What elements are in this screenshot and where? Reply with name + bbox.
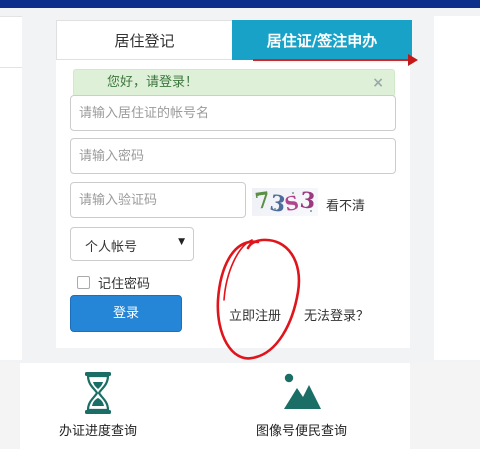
close-icon[interactable]: ×	[372, 70, 384, 96]
password-input[interactable]	[70, 138, 396, 174]
right-panel-edge	[434, 16, 480, 360]
left-panel-divider	[0, 67, 22, 68]
active-tab-red-underline	[253, 59, 411, 61]
account-type-value: 个人帐号	[85, 240, 138, 255]
tab-residence-permit-application[interactable]: 居住证/签注申办	[232, 20, 412, 60]
left-panel	[0, 16, 22, 360]
captcha-input[interactable]	[70, 182, 246, 218]
red-arrow-marker-icon	[408, 54, 418, 66]
account-name-input[interactable]	[70, 95, 396, 131]
bottom-left-edge	[0, 363, 20, 449]
mountain-image-icon[interactable]	[282, 372, 322, 410]
captcha-refresh-link[interactable]: 看不清	[326, 195, 365, 214]
remember-password-label: 记住密码	[98, 277, 151, 292]
cant-login-link[interactable]: 无法登录？	[304, 305, 369, 324]
image-number-query-label[interactable]: 图像号便民查询	[256, 420, 347, 439]
login-greeting-alert: 您好，请登录！ ×	[73, 69, 395, 97]
hourglass-icon[interactable]	[84, 371, 112, 415]
account-type-select[interactable]: 个人帐号 ▼	[70, 227, 194, 261]
login-button[interactable]: 登录	[70, 295, 182, 332]
progress-query-label[interactable]: 办证进度查询	[59, 420, 137, 439]
bottom-right-edge	[410, 363, 480, 449]
captcha-char: 3	[298, 188, 317, 215]
chevron-down-icon: ▼	[178, 237, 185, 247]
captcha-image[interactable]: 7 3 S 3	[252, 188, 318, 216]
greeting-text: 您好，请登录！	[107, 75, 199, 90]
tab-residence-registration[interactable]: 居住登记	[56, 20, 232, 60]
remember-password-checkbox[interactable]	[77, 276, 90, 289]
login-card: 居住登记 居住证/签注申办 您好，请登录！ × 7 3 S 3 看不清 个人帐号…	[56, 20, 418, 348]
register-now-link[interactable]: 立即注册	[229, 305, 281, 324]
top-banner-bar	[0, 0, 480, 8]
